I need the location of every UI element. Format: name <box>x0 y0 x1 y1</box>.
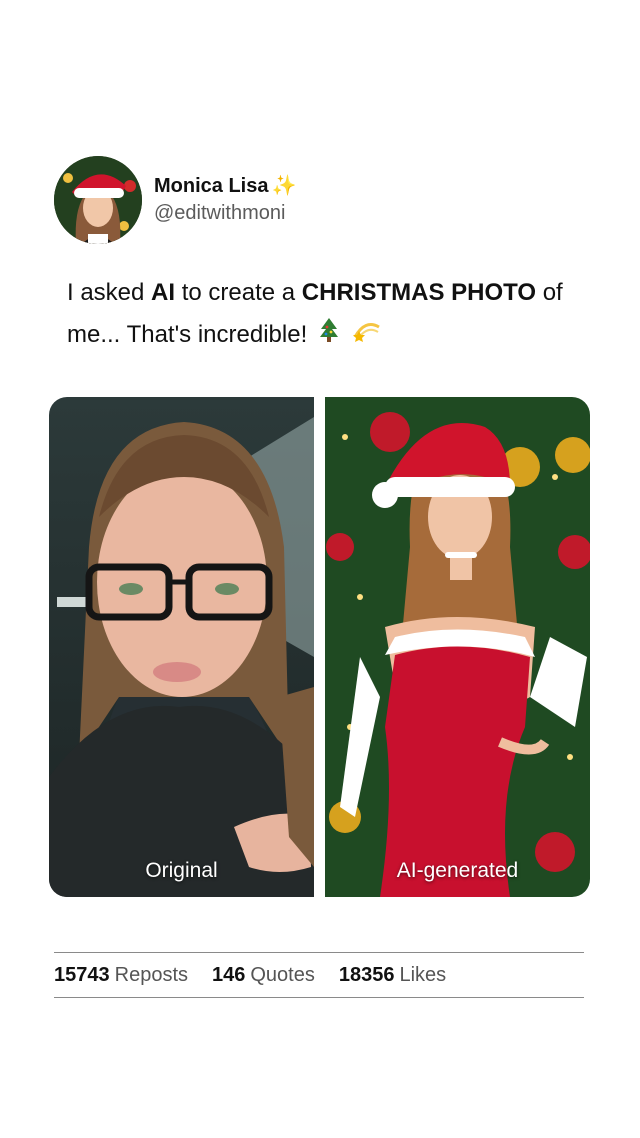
reposts-stat[interactable]: 15743 Reposts <box>54 964 188 987</box>
post-text-bold: AI <box>151 279 176 306</box>
likes-count: 18356 <box>338 963 395 986</box>
post-header: Monica Lisa ✨ @editwithmoni <box>54 156 296 244</box>
original-photo[interactable]: Original <box>49 397 314 897</box>
post-text-bold: CHRISTMAS PHOTO <box>301 279 537 306</box>
quotes-label: Quotes <box>250 963 315 986</box>
likes-label: Likes <box>399 963 447 986</box>
likes-stat[interactable]: 18356 Likes <box>339 964 446 987</box>
post-text-part: to create a <box>175 279 302 306</box>
original-photo-image <box>49 397 314 897</box>
original-caption: Original <box>145 859 218 882</box>
reposts-label: Reposts <box>114 963 188 986</box>
reposts-count: 15743 <box>54 963 110 986</box>
avatar[interactable] <box>54 156 142 244</box>
ai-generated-photo[interactable]: AI-generated <box>325 397 590 897</box>
post-media[interactable]: Original AI-generated <box>49 397 590 897</box>
author-info: Monica Lisa ✨ @editwithmoni <box>154 173 296 227</box>
ai-generated-caption: AI-generated <box>396 859 519 882</box>
display-name-row: Monica Lisa ✨ <box>154 173 296 199</box>
user-handle[interactable]: @editwithmoni <box>154 199 296 227</box>
quotes-count: 146 <box>212 963 246 986</box>
post-text-part: I asked <box>67 279 152 306</box>
christmas-tree-icon <box>318 315 340 357</box>
avatar-image <box>54 156 142 244</box>
display-name[interactable]: Monica Lisa <box>154 173 268 199</box>
dizzy-star-icon <box>351 315 381 357</box>
post-text: I asked AI to create a CHRISTMAS PHOTO o… <box>67 272 607 357</box>
ai-generated-photo-image <box>325 397 590 897</box>
quotes-stat[interactable]: 146 Quotes <box>212 964 315 987</box>
post-stats: 15743 Reposts 146 Quotes 18356 Likes <box>54 952 584 998</box>
sparkles-icon: ✨ <box>271 175 297 197</box>
